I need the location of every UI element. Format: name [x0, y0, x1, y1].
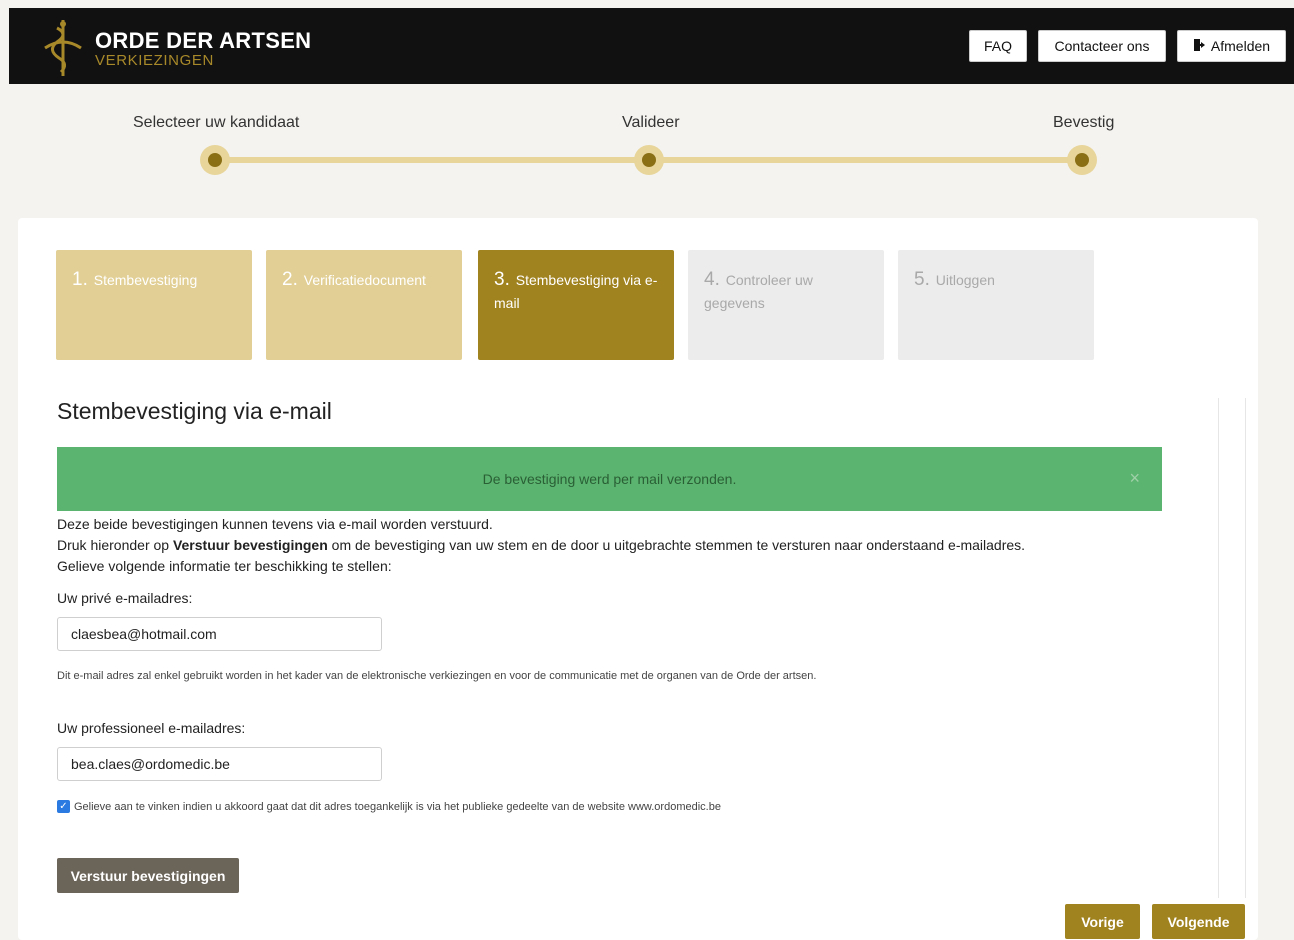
wizard-step-label: Stembevestiging via e-mail — [494, 272, 658, 311]
wizard-step-3[interactable]: 3. Stembevestiging via e-mail — [478, 250, 674, 360]
wizard-step-5: 5. Uitloggen — [898, 250, 1094, 360]
wizard-step-1[interactable]: 1. Stembevestiging — [56, 250, 252, 360]
logout-button[interactable]: Afmelden — [1177, 30, 1286, 62]
logo-title: ORDE DER ARTSEN — [95, 28, 312, 53]
instruction-text: Druk hieronder op — [57, 537, 173, 553]
logout-label: Afmelden — [1210, 38, 1271, 54]
contact-button[interactable]: Contacteer ons — [1038, 30, 1166, 62]
wizard-step-label: Stembevestiging — [93, 272, 198, 288]
scroll-track — [1218, 398, 1246, 898]
instruction-line: Druk hieronder op Verstuur bevestigingen… — [57, 535, 1177, 556]
wizard-step-label: Controleer uw gegevens — [704, 272, 813, 311]
instruction-text: om de bevestiging van uw stem en de door… — [327, 537, 1026, 553]
consent-row: ✓ Gelieve aan te vinken indien u akkoord… — [57, 800, 721, 813]
wizard-step-2[interactable]: 2. Verificatiedocument — [266, 250, 462, 360]
private-email-help: Dit e-mail adres zal enkel gebruikt word… — [57, 670, 817, 682]
private-email-field[interactable] — [57, 617, 382, 651]
wizard-step-number: 4. — [704, 269, 720, 290]
progress-tracker: Selecteer uw kandidaat Valideer Bevestig — [0, 84, 1294, 204]
instructions: Deze beide bevestigingen kunnen tevens v… — [57, 514, 1177, 577]
instruction-line: Deze beide bevestigingen kunnen tevens v… — [57, 516, 493, 532]
private-email-label: Uw privé e-mailadres: — [57, 590, 193, 606]
caduceus-icon — [44, 20, 82, 76]
progress-dot — [200, 145, 230, 175]
wizard-step-label: Uitloggen — [935, 272, 995, 288]
wizard-step-number: 1. — [72, 269, 88, 290]
progress-step-label: Selecteer uw kandidaat — [133, 114, 300, 131]
wizard-step-number: 2. — [282, 269, 298, 290]
wizard-step-4: 4. Controleer uw gegevens — [688, 250, 884, 360]
send-confirmations-button[interactable]: Verstuur bevestigingen — [57, 858, 239, 893]
professional-email-label: Uw professioneel e-mailadres: — [57, 720, 246, 736]
next-button[interactable]: Volgende — [1152, 904, 1245, 939]
progress-dot — [634, 145, 664, 175]
logo-subtitle: VERKIEZINGEN — [95, 52, 214, 69]
logo[interactable]: ORDE DER ARTSEN VERKIEZINGEN — [37, 18, 337, 78]
instruction-line: Gelieve volgende informatie ter beschikk… — [57, 558, 392, 574]
progress-step-label: Valideer — [622, 114, 680, 131]
consent-checkbox[interactable]: ✓ — [57, 800, 70, 813]
professional-email-field[interactable] — [57, 747, 382, 781]
instruction-emphasis: Verstuur bevestigingen — [172, 537, 328, 553]
wizard-step-number: 3. — [494, 269, 510, 290]
section-title: Stembevestiging via e-mail — [57, 398, 332, 424]
main-card: 1. Stembevestiging 2. Verificatiedocumen… — [18, 218, 1258, 940]
top-bar: ORDE DER ARTSEN VERKIEZINGEN FAQ Contact… — [9, 8, 1294, 84]
progress-dot — [1067, 145, 1097, 175]
success-alert: De bevestiging werd per mail verzonden. … — [57, 447, 1162, 511]
consent-label: Gelieve aan te vinken indien u akkoord g… — [74, 800, 721, 813]
close-icon[interactable]: × — [1129, 469, 1140, 487]
wizard-step-label: Verificatiedocument — [303, 272, 426, 288]
progress-step-label: Bevestig — [1053, 114, 1115, 131]
logout-icon — [1193, 38, 1207, 55]
faq-button[interactable]: FAQ — [969, 30, 1027, 62]
previous-button[interactable]: Vorige — [1065, 904, 1140, 939]
wizard-step-number: 5. — [914, 269, 930, 290]
alert-message: De bevestiging werd per mail verzonden. — [482, 471, 737, 487]
